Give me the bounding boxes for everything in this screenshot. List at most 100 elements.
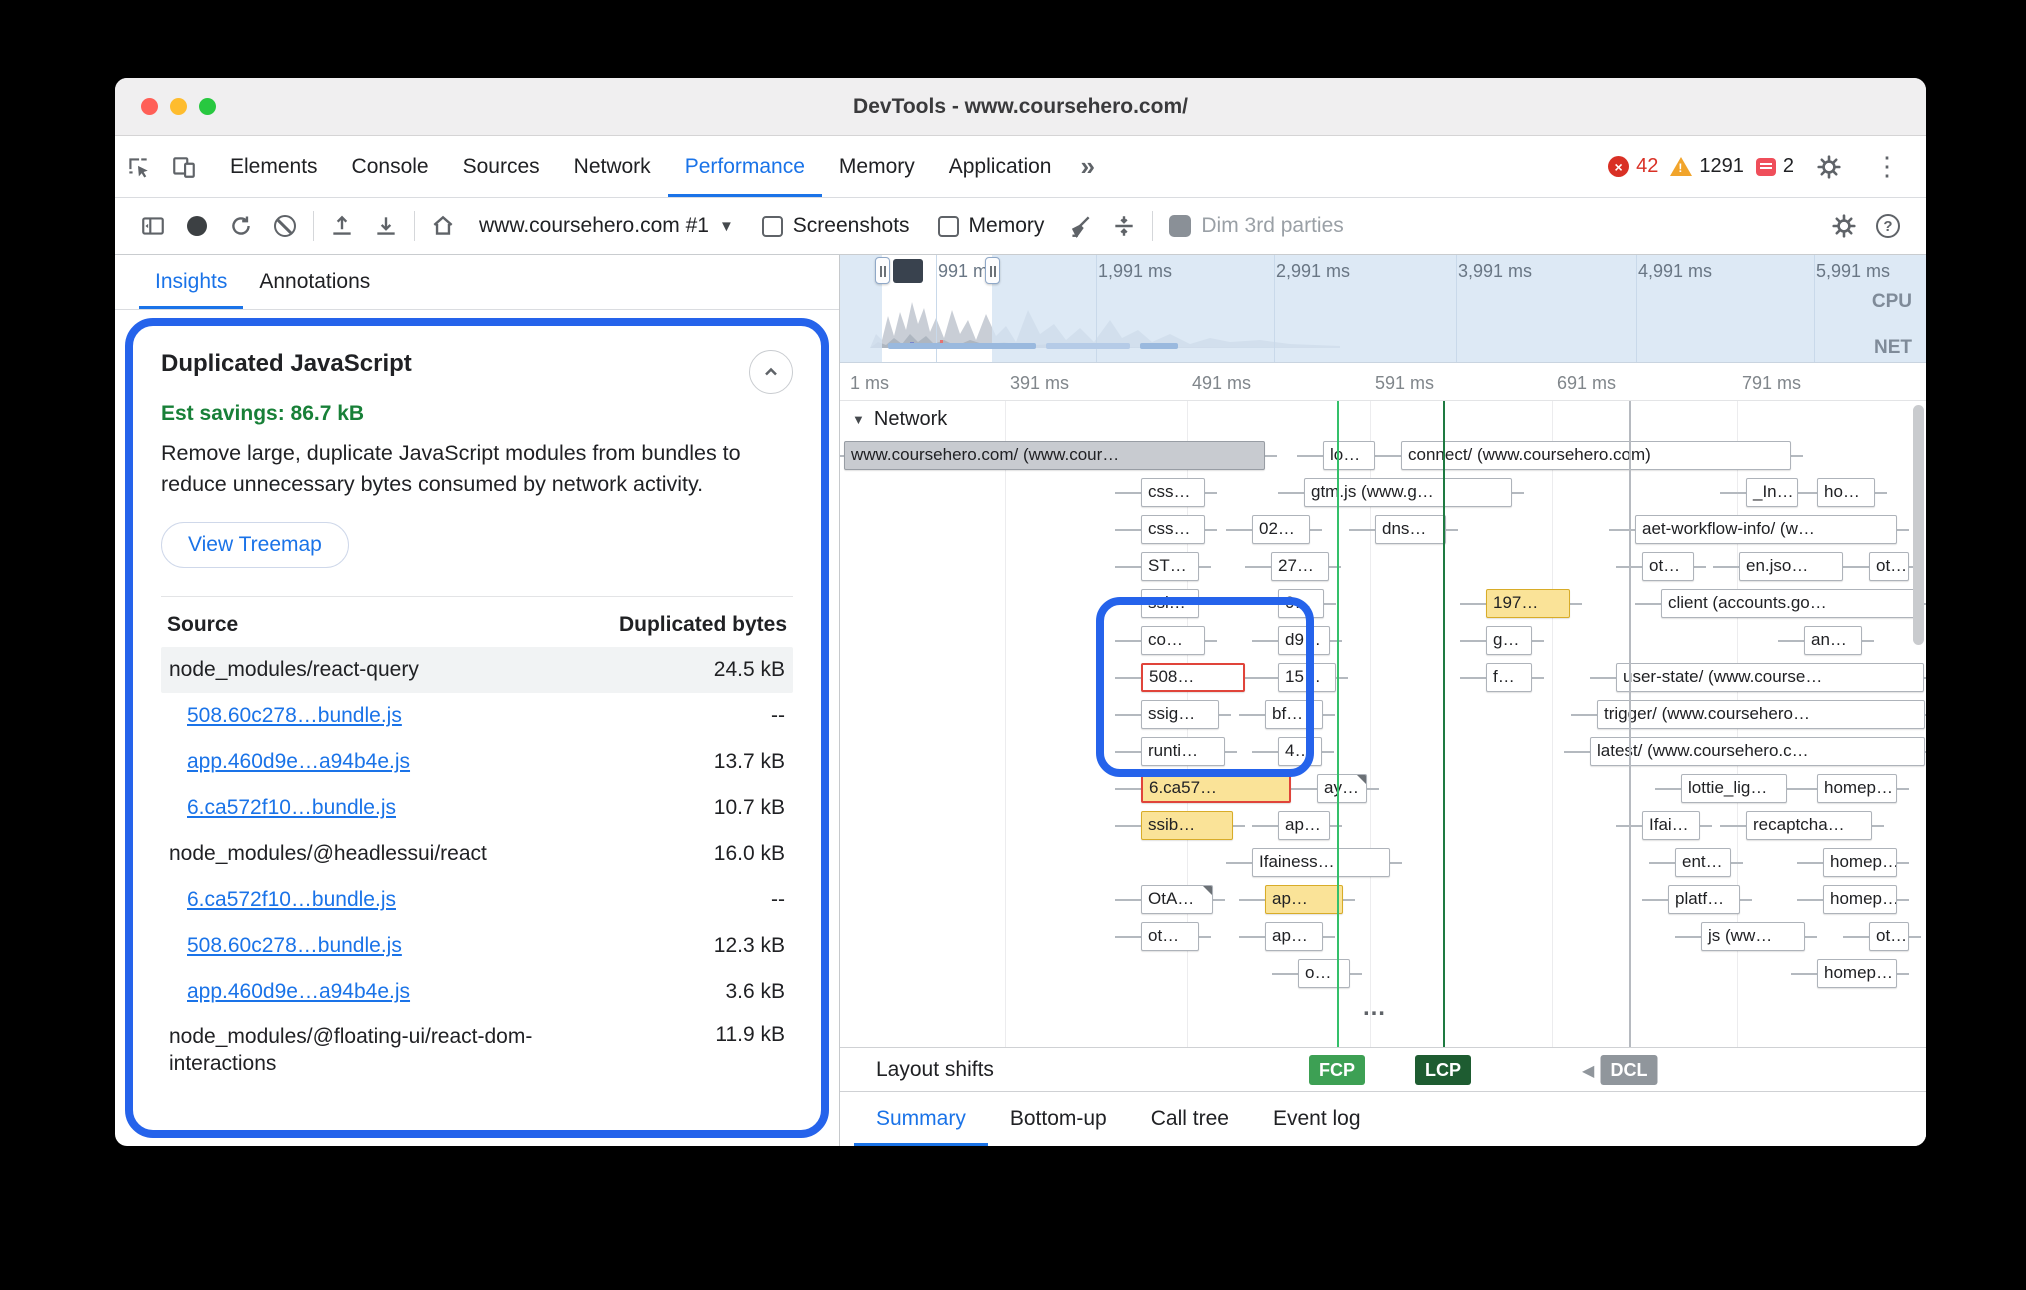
bottom-tab-event-log[interactable]: Event log bbox=[1251, 1092, 1383, 1146]
network-request-bar[interactable]: lo… bbox=[1323, 441, 1375, 470]
network-request-bar[interactable]: 02… bbox=[1252, 515, 1310, 544]
screenshots-checkbox[interactable]: Screenshots bbox=[762, 214, 910, 238]
network-request-bar[interactable]: ent… bbox=[1675, 848, 1731, 877]
network-request-bar[interactable]: 15… bbox=[1278, 663, 1336, 692]
source-file-link[interactable]: 508.60c278…bundle.js bbox=[187, 934, 402, 958]
network-request-bar[interactable]: en.jso… bbox=[1739, 552, 1843, 581]
network-request-bar[interactable]: ssib… bbox=[1141, 811, 1233, 840]
network-request-bar[interactable]: 197… bbox=[1486, 589, 1570, 618]
network-request-bar[interactable]: Ifai… bbox=[1642, 811, 1700, 840]
network-request-bar[interactable]: 0… bbox=[1278, 589, 1324, 618]
zoom-window-button[interactable] bbox=[199, 98, 216, 115]
more-tabs-button[interactable]: » bbox=[1068, 136, 1106, 197]
device-toolbar-icon[interactable] bbox=[161, 136, 207, 197]
network-request-bar[interactable]: ay… bbox=[1317, 774, 1367, 803]
network-request-bar[interactable]: latest/ (www.coursehero.c… bbox=[1590, 737, 1925, 766]
record-icon[interactable] bbox=[175, 204, 219, 248]
network-request-bar[interactable]: ssig… bbox=[1141, 700, 1219, 729]
marker-badge-fcp[interactable]: FCP bbox=[1309, 1055, 1365, 1085]
reload-and-record-icon[interactable] bbox=[219, 204, 263, 248]
network-request-bar[interactable]: d9… bbox=[1278, 626, 1330, 655]
network-request-bar[interactable]: g… bbox=[1486, 626, 1532, 655]
garbage-collect-icon[interactable] bbox=[1058, 204, 1102, 248]
network-request-bar[interactable]: ap… bbox=[1265, 885, 1343, 914]
home-icon[interactable] bbox=[421, 204, 465, 248]
network-request-bar[interactable]: js (ww… bbox=[1701, 922, 1805, 951]
network-scrollbar[interactable] bbox=[1913, 405, 1924, 1043]
network-request-bar[interactable]: ap… bbox=[1278, 811, 1330, 840]
tab-network[interactable]: Network bbox=[557, 136, 668, 197]
network-request-bar[interactable]: 508… bbox=[1141, 663, 1245, 692]
network-request-bar[interactable]: ot… bbox=[1642, 552, 1694, 581]
inspect-element-icon[interactable] bbox=[115, 136, 161, 197]
network-request-bar[interactable]: 6.ca57… bbox=[1141, 774, 1291, 803]
overview-handle-right[interactable] bbox=[985, 257, 1000, 284]
source-file-link[interactable]: 6.ca572f10…bundle.js bbox=[187, 888, 396, 912]
memory-checkbox[interactable]: Memory bbox=[938, 214, 1045, 238]
timeline-overview[interactable]: CPU NET 991 ms1,991 ms2,991 ms3,991 ms4,… bbox=[840, 255, 1926, 363]
recording-history-select[interactable]: www.coursehero.com #1 ▼ bbox=[465, 214, 748, 238]
source-file-link[interactable]: 6.ca572f10…bundle.js bbox=[187, 796, 396, 820]
network-request-bar[interactable]: ap… bbox=[1265, 922, 1323, 951]
network-request-bar[interactable]: o… bbox=[1298, 959, 1350, 988]
sidebar-tab-annotations[interactable]: Annotations bbox=[243, 255, 386, 309]
clear-icon[interactable] bbox=[263, 204, 307, 248]
tab-elements[interactable]: Elements bbox=[213, 136, 335, 197]
network-request-bar[interactable]: ot… bbox=[1141, 922, 1199, 951]
close-window-button[interactable] bbox=[141, 98, 158, 115]
overview-handle-left[interactable] bbox=[875, 257, 890, 284]
settings-gear-icon[interactable] bbox=[1806, 154, 1852, 180]
minimize-window-button[interactable] bbox=[170, 98, 187, 115]
network-request-bar[interactable]: css… bbox=[1141, 478, 1205, 507]
network-request-bar[interactable]: trigger/ (www.coursehero… bbox=[1597, 700, 1925, 729]
load-profile-icon[interactable] bbox=[320, 204, 364, 248]
network-request-bar[interactable]: homep… bbox=[1823, 885, 1897, 914]
help-icon[interactable]: ? bbox=[1866, 204, 1910, 248]
network-request-bar[interactable]: homep… bbox=[1817, 959, 1897, 988]
network-request-bar[interactable]: co… bbox=[1141, 626, 1205, 655]
save-profile-icon[interactable] bbox=[364, 204, 408, 248]
network-request-bar[interactable]: Ifainess… bbox=[1252, 848, 1390, 877]
scrollbar-thumb[interactable] bbox=[1913, 405, 1924, 645]
network-request-bar[interactable]: ot… bbox=[1869, 552, 1909, 581]
tab-memory[interactable]: Memory bbox=[822, 136, 932, 197]
console-warning-count[interactable]: ! 1291 bbox=[1670, 155, 1744, 178]
network-request-bar[interactable]: f… bbox=[1486, 663, 1532, 692]
network-request-bar[interactable]: homep… bbox=[1817, 774, 1897, 803]
tab-performance[interactable]: Performance bbox=[668, 136, 822, 197]
marker-badge-dcl[interactable]: DCL bbox=[1601, 1055, 1658, 1085]
network-request-bar[interactable]: runti… bbox=[1141, 737, 1225, 766]
network-request-bar[interactable]: css… bbox=[1141, 515, 1205, 544]
network-request-bar[interactable]: connect/ (www.coursehero.com) bbox=[1401, 441, 1791, 470]
bottom-tab-bottom-up[interactable]: Bottom-up bbox=[988, 1092, 1129, 1146]
view-treemap-button[interactable]: View Treemap bbox=[161, 522, 349, 568]
network-request-bar[interactable]: bf… bbox=[1265, 700, 1323, 729]
network-request-bar[interactable]: dns… bbox=[1375, 515, 1446, 544]
network-request-bar[interactable]: OtA… bbox=[1141, 885, 1213, 914]
console-error-count[interactable]: × 42 bbox=[1608, 155, 1658, 178]
kebab-menu-icon[interactable]: ⋮ bbox=[1864, 151, 1910, 182]
network-request-bar[interactable]: platf… bbox=[1668, 885, 1740, 914]
bottom-tab-summary[interactable]: Summary bbox=[854, 1092, 988, 1146]
network-request-bar[interactable]: ST… bbox=[1141, 552, 1199, 581]
collapse-insight-button[interactable] bbox=[749, 350, 793, 394]
source-file-link[interactable]: app.460d9e…a94b4e.js bbox=[187, 980, 410, 1004]
network-request-bar[interactable]: lottie_lig… bbox=[1681, 774, 1787, 803]
network-request-bar[interactable]: ssi… bbox=[1141, 589, 1199, 618]
network-request-bar[interactable]: 4… bbox=[1278, 737, 1322, 766]
issues-count[interactable]: 2 bbox=[1756, 155, 1794, 178]
network-track-header[interactable]: ▼ Network bbox=[840, 401, 1926, 437]
sidebar-tab-insights[interactable]: Insights bbox=[139, 255, 243, 309]
capture-settings-gear-icon[interactable] bbox=[1822, 204, 1866, 248]
tab-sources[interactable]: Sources bbox=[446, 136, 557, 197]
bottom-tab-call-tree[interactable]: Call tree bbox=[1129, 1092, 1251, 1146]
tab-console[interactable]: Console bbox=[335, 136, 446, 197]
marker-badge-lcp[interactable]: LCP bbox=[1415, 1055, 1471, 1085]
network-request-bar[interactable]: ot… bbox=[1869, 922, 1909, 951]
network-request-bar[interactable]: homep… bbox=[1823, 848, 1897, 877]
toggle-sidebar-icon[interactable] bbox=[131, 204, 175, 248]
network-request-bar[interactable]: _In… bbox=[1746, 478, 1798, 507]
collapse-flame-icon[interactable] bbox=[1102, 204, 1146, 248]
network-request-bar[interactable]: ho… bbox=[1817, 478, 1875, 507]
source-file-link[interactable]: 508.60c278…bundle.js bbox=[187, 704, 402, 728]
